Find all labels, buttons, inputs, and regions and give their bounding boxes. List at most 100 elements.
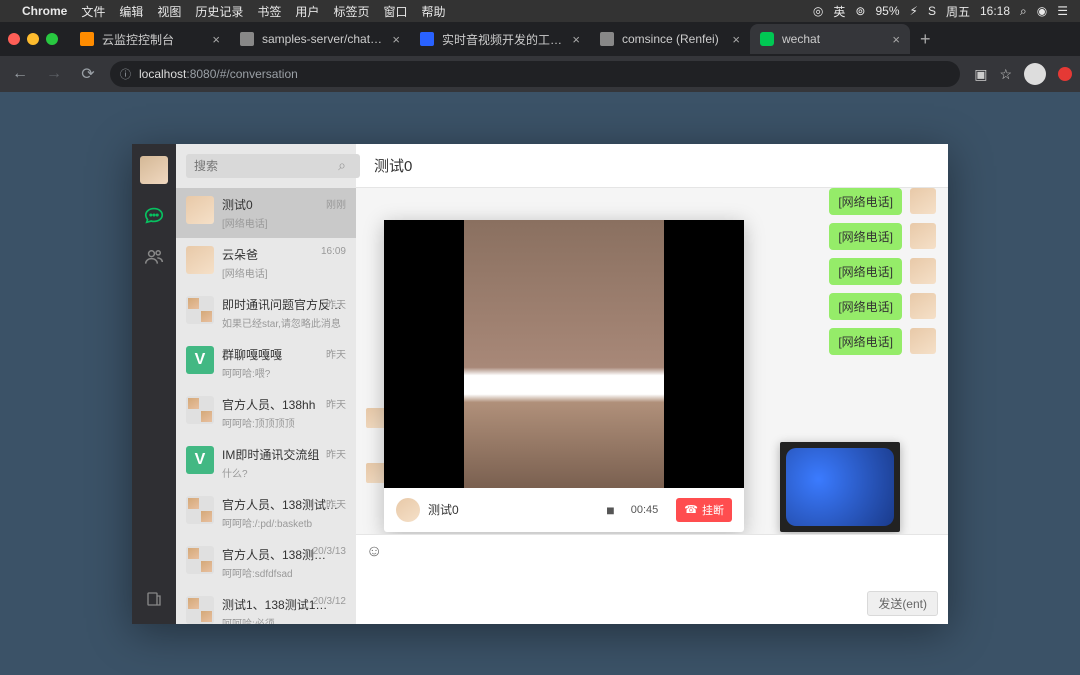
message-bubble[interactable]: [网络电话] [829, 293, 902, 320]
conversation-item[interactable]: 官方人员、138测试…呵呵哈:/:pd/:basketb昨天 [176, 488, 356, 538]
conversation-preview: 呵呵哈:/:pd/:basketb [222, 515, 346, 530]
favicon [600, 32, 614, 46]
message-bubble[interactable]: [网络电话] [829, 328, 902, 355]
chat-panel: 测试0 [网络电话][网络电话][网络电话][网络电话][网络电话] 测试0 ■ [356, 144, 948, 624]
menu-history[interactable]: 历史记录 [195, 3, 243, 20]
conversation-preview: 呵呵哈:必须 [222, 615, 346, 624]
browser-tab[interactable]: wechat× [750, 24, 910, 54]
tabstrip: 云监控控制台×samples-server/chatclient.js at×实… [0, 22, 1080, 56]
favicon [420, 32, 434, 46]
composer[interactable]: ☺ 发送(ent) [356, 534, 948, 624]
send-button[interactable]: 发送(ent) [867, 591, 938, 616]
extension-badge[interactable] [1058, 67, 1072, 81]
reload-button[interactable]: ⟳ [76, 64, 100, 84]
sender-avatar [910, 328, 936, 354]
left-rail [132, 144, 176, 624]
browser-tab[interactable]: 云监控控制台 × [70, 24, 230, 54]
menu-icon[interactable]: ☰ [1057, 4, 1068, 18]
site-info-icon[interactable]: ⓘ [120, 66, 131, 82]
tab-title: samples-server/chatclient.js at [262, 32, 384, 46]
video-call-window[interactable]: 测试0 ■ 00:45 挂断 [384, 220, 744, 532]
menu-help[interactable]: 帮助 [421, 3, 445, 20]
conversation-time: 20/3/12 [313, 596, 346, 607]
caller-avatar [396, 498, 420, 522]
day-label: 周五 [946, 3, 970, 20]
new-tab-button[interactable]: + [910, 29, 941, 50]
browser-tab[interactable]: comsince (Renfei)× [590, 24, 750, 54]
conversation-item[interactable]: 测试1、138测试1…呵呵哈:必须20/3/12 [176, 588, 356, 624]
macos-menubar: Chrome 文件 编辑 视图 历史记录 书签 用户 标签页 窗口 帮助 ◎ 英… [0, 0, 1080, 22]
camera-icon[interactable]: ▣ [974, 66, 987, 83]
menu-view[interactable]: 视图 [157, 3, 181, 20]
ime-icon[interactable]: 英 [833, 3, 845, 20]
minimize-window[interactable] [27, 33, 39, 45]
conversation-time: 昨天 [326, 296, 346, 311]
conversation-list: ⌕ 测试0[网络电话]刚刚云朵爸[网络电话]16:09即时通讯问题官方反…如果已… [176, 144, 356, 624]
message-bubble[interactable]: [网络电话] [829, 223, 902, 250]
profile-button[interactable] [1024, 63, 1046, 85]
close-tab-icon[interactable]: × [572, 32, 580, 47]
avatar: V [186, 446, 214, 474]
close-tab-icon[interactable]: × [892, 32, 900, 47]
chat-icon[interactable] [143, 204, 165, 226]
conversation-time: 刚刚 [326, 196, 346, 211]
close-tab-icon[interactable]: × [392, 32, 400, 47]
browser-tab[interactable]: samples-server/chatclient.js at × [230, 24, 410, 54]
conversation-item[interactable]: 测试0[网络电话]刚刚 [176, 188, 356, 238]
tab-title: 云监控控制台 [102, 31, 204, 48]
message-bubble[interactable]: [网络电话] [829, 188, 902, 215]
close-window[interactable] [8, 33, 20, 45]
tab-title: 实时音视频开发的工程化实践[… [442, 31, 564, 48]
emoji-icon[interactable]: ☺ [366, 543, 382, 561]
close-tab-icon[interactable]: × [732, 32, 740, 47]
search-input[interactable] [186, 154, 360, 178]
conversation-item[interactable]: 官方人员、138hh呵呵哈:顶顶顶顶昨天 [176, 388, 356, 438]
conversation-preview: [网络电话] [222, 215, 346, 230]
mic-icon[interactable]: ◎ [813, 4, 823, 18]
remote-video [384, 220, 744, 488]
hangup-button[interactable]: 挂断 [676, 498, 732, 522]
spotlight-icon[interactable]: ⌕ [1020, 4, 1027, 19]
forward-button[interactable]: → [42, 65, 66, 83]
conversation-item[interactable]: 云朵爸[网络电话]16:09 [176, 238, 356, 288]
avatar [186, 596, 214, 624]
favicon [240, 32, 254, 46]
conversation-item[interactable]: 官方人员、138测…呵呵哈:sdfdfsad20/3/13 [176, 538, 356, 588]
favicon [80, 32, 94, 46]
message-area[interactable]: [网络电话] [网络电话] [网络电话] [网络电话] [网络电话] 测试0 ■ 00:… [356, 188, 948, 534]
menu-user[interactable]: 用户 [295, 3, 319, 20]
favicon [760, 32, 774, 46]
sender-avatar [910, 258, 936, 284]
menu-edit[interactable]: 编辑 [119, 3, 143, 20]
my-avatar[interactable] [140, 156, 168, 184]
conversation-time: 16:09 [321, 246, 346, 257]
conversation-preview: 呵呵哈:喂? [222, 365, 346, 380]
local-video-pip[interactable] [780, 442, 900, 532]
menu-file[interactable]: 文件 [81, 3, 105, 20]
conversation-preview: 什么? [222, 465, 346, 480]
time-label: 16:18 [980, 4, 1010, 18]
message-bubble[interactable]: [网络电话] [829, 258, 902, 285]
app-name[interactable]: Chrome [22, 4, 67, 18]
star-icon[interactable]: ☆ [999, 66, 1012, 83]
incoming-avatar [366, 408, 386, 428]
camera-toggle-icon[interactable]: ■ [606, 502, 614, 518]
conversation-item[interactable]: V群聊嘎嘎嘎呵呵哈:喂?昨天 [176, 338, 356, 388]
back-button[interactable]: ← [8, 65, 32, 83]
battery-icon: ⚡︎ [910, 4, 918, 18]
menu-bookmarks[interactable]: 书签 [257, 3, 281, 20]
maximize-window[interactable] [46, 33, 58, 45]
menu-tabs[interactable]: 标签页 [333, 3, 369, 20]
close-tab-icon[interactable]: × [212, 32, 220, 47]
conversation-item[interactable]: VIM即时通讯交流组什么?昨天 [176, 438, 356, 488]
s-icon[interactable]: S [928, 4, 936, 18]
more-icon[interactable] [143, 588, 165, 610]
browser-toolbar: ← → ⟳ ⓘ localhost:8080/#/conversation ▣ … [0, 56, 1080, 92]
menu-window[interactable]: 窗口 [383, 3, 407, 20]
contacts-icon[interactable] [143, 246, 165, 268]
browser-tab[interactable]: 实时音视频开发的工程化实践[… × [410, 24, 590, 54]
address-bar[interactable]: ⓘ localhost:8080/#/conversation [110, 61, 960, 87]
conversation-item[interactable]: 即时通讯问题官方反…如果已经star,请忽略此消息昨天 [176, 288, 356, 338]
siri-icon[interactable]: ◉ [1037, 4, 1047, 18]
wifi-icon[interactable]: ⊚ [855, 4, 865, 18]
